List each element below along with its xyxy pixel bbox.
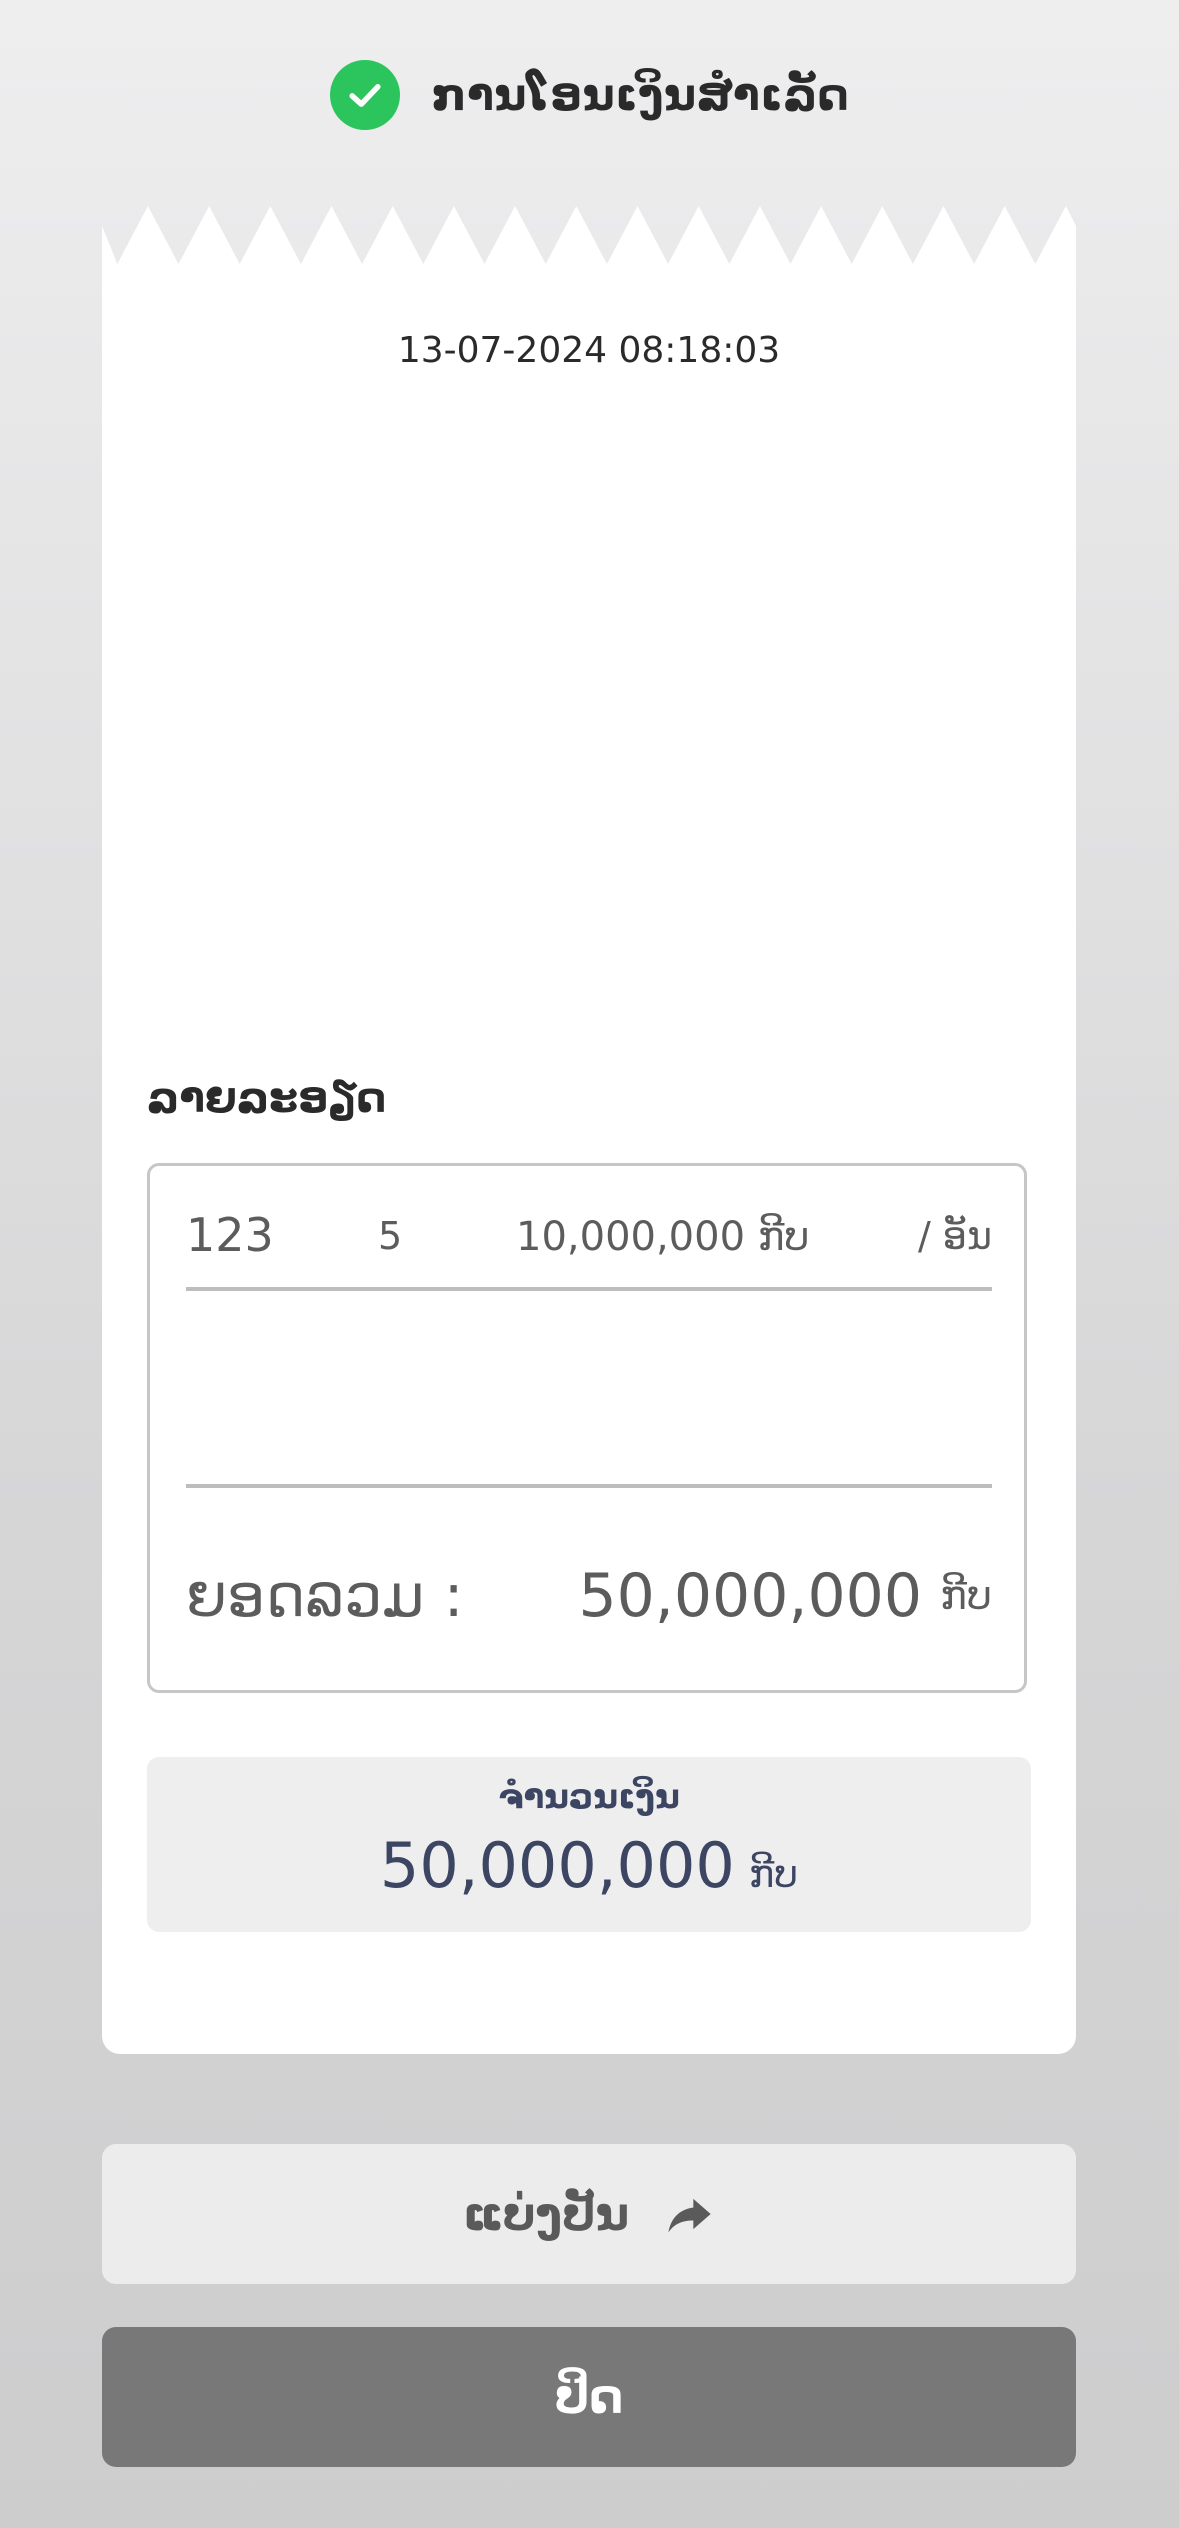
- receipt-zigzag-edge: [102, 206, 1076, 270]
- close-button[interactable]: ປິດ: [102, 2327, 1076, 2467]
- receipt-card: 13-07-2024 08:18:03 ລາຍລະອຽດ 123 5 10,00…: [102, 268, 1076, 2054]
- amount-row: 50,000,000 ກີບ: [147, 1829, 1031, 1902]
- item-unit: / ອັນ: [918, 1214, 992, 1258]
- checkmark-icon: [349, 84, 381, 107]
- share-button[interactable]: ແບ່ງປັນ: [102, 2144, 1076, 2284]
- total-currency: ກີບ: [940, 1573, 992, 1619]
- total-value: 50,000,000: [578, 1561, 922, 1631]
- share-button-label: ແບ່ງປັນ: [462, 2187, 630, 2241]
- amount-summary: ຈຳນວນເງິນ 50,000,000 ກີບ: [147, 1757, 1031, 1932]
- amount-value: 50,000,000: [379, 1829, 735, 1902]
- divider: [186, 1484, 992, 1488]
- close-button-label: ປິດ: [554, 2369, 624, 2425]
- page-title: ການໂອນເງິນສຳເລັດ: [431, 69, 850, 121]
- items-box: 123 5 10,000,000 ກີບ / ອັນ ຍອດລວມ : 50,0…: [147, 1163, 1027, 1693]
- amount-label: ຈຳນວນເງິນ: [498, 1777, 680, 1817]
- amount-currency: ກີບ: [748, 1852, 799, 1896]
- details-heading: ລາຍລະອຽດ: [147, 1073, 387, 1122]
- check-circle-icon: [329, 60, 400, 130]
- item-row: 123 5 10,000,000 ກີບ / ອັນ: [186, 1208, 992, 1268]
- total-label: ຍອດລວມ :: [186, 1561, 464, 1631]
- success-header: ການໂອນເງິນສຳເລັດ: [0, 55, 1179, 135]
- item-price: 10,000,000 ກີບ: [516, 1214, 810, 1260]
- share-arrow-icon: [668, 2198, 711, 2233]
- transaction-timestamp: 13-07-2024 08:18:03: [397, 330, 781, 371]
- item-name: 123: [186, 1208, 274, 1262]
- total-row: ຍອດລວມ : 50,000,000 ກີບ: [186, 1561, 992, 1641]
- item-quantity: 5: [378, 1214, 403, 1258]
- divider: [186, 1287, 992, 1291]
